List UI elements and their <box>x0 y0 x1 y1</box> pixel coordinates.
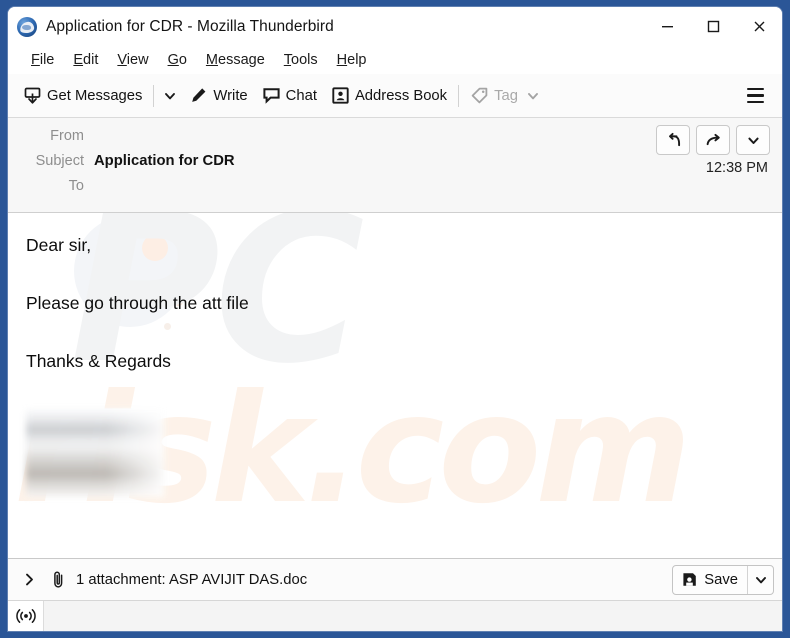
window-controls <box>644 7 782 46</box>
save-disk-icon <box>683 573 697 586</box>
attachment-bar: 1 attachment: ASP AVIJIT DAS.doc Save <box>8 558 782 600</box>
message-time: 12:38 PM <box>705 160 768 176</box>
attachment-expand-button[interactable] <box>18 567 40 593</box>
chevron-down-icon <box>755 576 766 583</box>
thunderbird-icon <box>17 16 37 37</box>
app-menu-button[interactable] <box>738 80 772 112</box>
header-row-subject: Subject Application for CDR <box>8 152 782 177</box>
message-body: PC risk.com Dear sir, Please go through … <box>8 213 782 558</box>
to-label: To <box>68 178 84 194</box>
toolbar-separator-1 <box>153 84 155 107</box>
menu-message[interactable]: Message <box>197 50 274 70</box>
address-book-button[interactable]: Address Book <box>324 80 454 112</box>
broadcast-signal-icon[interactable] <box>8 601 44 631</box>
attachment-label: 1 attachment: ASP AVIJIT DAS.doc <box>76 571 308 588</box>
get-messages-dropdown[interactable] <box>158 81 182 111</box>
save-button-group: Save <box>672 564 774 595</box>
paperclip-icon <box>48 567 68 593</box>
speech-bubble-icon <box>263 88 280 104</box>
menu-bar: File Edit View Go Message Tools Help <box>8 46 782 74</box>
get-messages-button[interactable]: Get Messages <box>16 80 149 112</box>
minimize-icon <box>661 26 673 28</box>
tag-icon <box>471 87 488 104</box>
menu-help[interactable]: Help <box>328 50 376 70</box>
main-toolbar: Get Messages Write Chat Address Book Tag <box>8 74 782 118</box>
pencil-icon <box>192 88 206 102</box>
save-button[interactable]: Save <box>673 566 747 594</box>
reply-button[interactable] <box>656 125 690 155</box>
title-bar: Application for CDR - Mozilla Thunderbir… <box>8 7 782 46</box>
hamburger-menu-icon <box>746 87 764 91</box>
hamburger-line <box>746 100 764 104</box>
minimize-button[interactable] <box>644 7 690 46</box>
more-actions-button[interactable] <box>736 125 770 155</box>
thunderbird-window: Application for CDR - Mozilla Thunderbir… <box>8 7 782 631</box>
save-dropdown-button[interactable] <box>747 565 773 594</box>
menu-tools[interactable]: Tools <box>275 50 327 70</box>
forward-icon <box>706 133 720 145</box>
maximize-icon <box>707 20 719 33</box>
close-button[interactable] <box>736 7 782 46</box>
message-actions <box>656 125 770 155</box>
subject-value: Application for CDR <box>94 153 235 169</box>
watermark: PC risk.com <box>8 213 782 558</box>
chevron-down-icon <box>165 92 176 99</box>
chat-label: Chat <box>285 87 317 104</box>
menu-go[interactable]: Go <box>159 50 196 70</box>
tag-label: Tag <box>494 87 518 104</box>
address-book-label: Address Book <box>354 87 448 104</box>
body-line-2: Please go through the att file <box>26 292 249 313</box>
chat-button[interactable]: Chat <box>255 80 324 112</box>
write-button[interactable]: Write <box>182 80 254 112</box>
menu-file[interactable]: File <box>22 50 63 70</box>
window-title: Application for CDR - Mozilla Thunderbir… <box>46 17 334 35</box>
hamburger-line <box>746 94 764 97</box>
close-icon <box>754 21 764 32</box>
blurred-signature-image <box>26 408 164 497</box>
watermark-circle <box>164 323 171 330</box>
maximize-button[interactable] <box>690 7 736 46</box>
body-line-1: Dear sir, <box>26 235 92 255</box>
status-bar <box>8 600 782 631</box>
get-messages-label: Get Messages <box>47 87 143 104</box>
chevron-down-icon <box>527 92 538 99</box>
message-header: From Subject Application for CDR To 12:3… <box>8 118 782 213</box>
write-label: Write <box>213 87 248 104</box>
contact-card-icon <box>332 87 349 104</box>
menu-edit[interactable]: Edit <box>64 50 107 70</box>
forward-button[interactable] <box>696 125 730 155</box>
tag-button[interactable]: Tag <box>463 80 547 112</box>
header-row-to: To <box>8 177 782 202</box>
menu-view[interactable]: View <box>108 50 157 70</box>
subject-label: Subject <box>35 153 84 169</box>
reply-icon <box>668 132 680 146</box>
inbox-download-icon <box>24 87 41 104</box>
watermark-circle <box>104 273 119 288</box>
from-label: From <box>50 128 84 144</box>
chevron-down-icon <box>747 137 759 144</box>
chevron-right-icon <box>25 573 33 586</box>
toolbar-separator-2 <box>458 84 460 107</box>
body-line-3: Thanks & Regards <box>26 350 171 371</box>
save-label: Save <box>704 571 738 588</box>
